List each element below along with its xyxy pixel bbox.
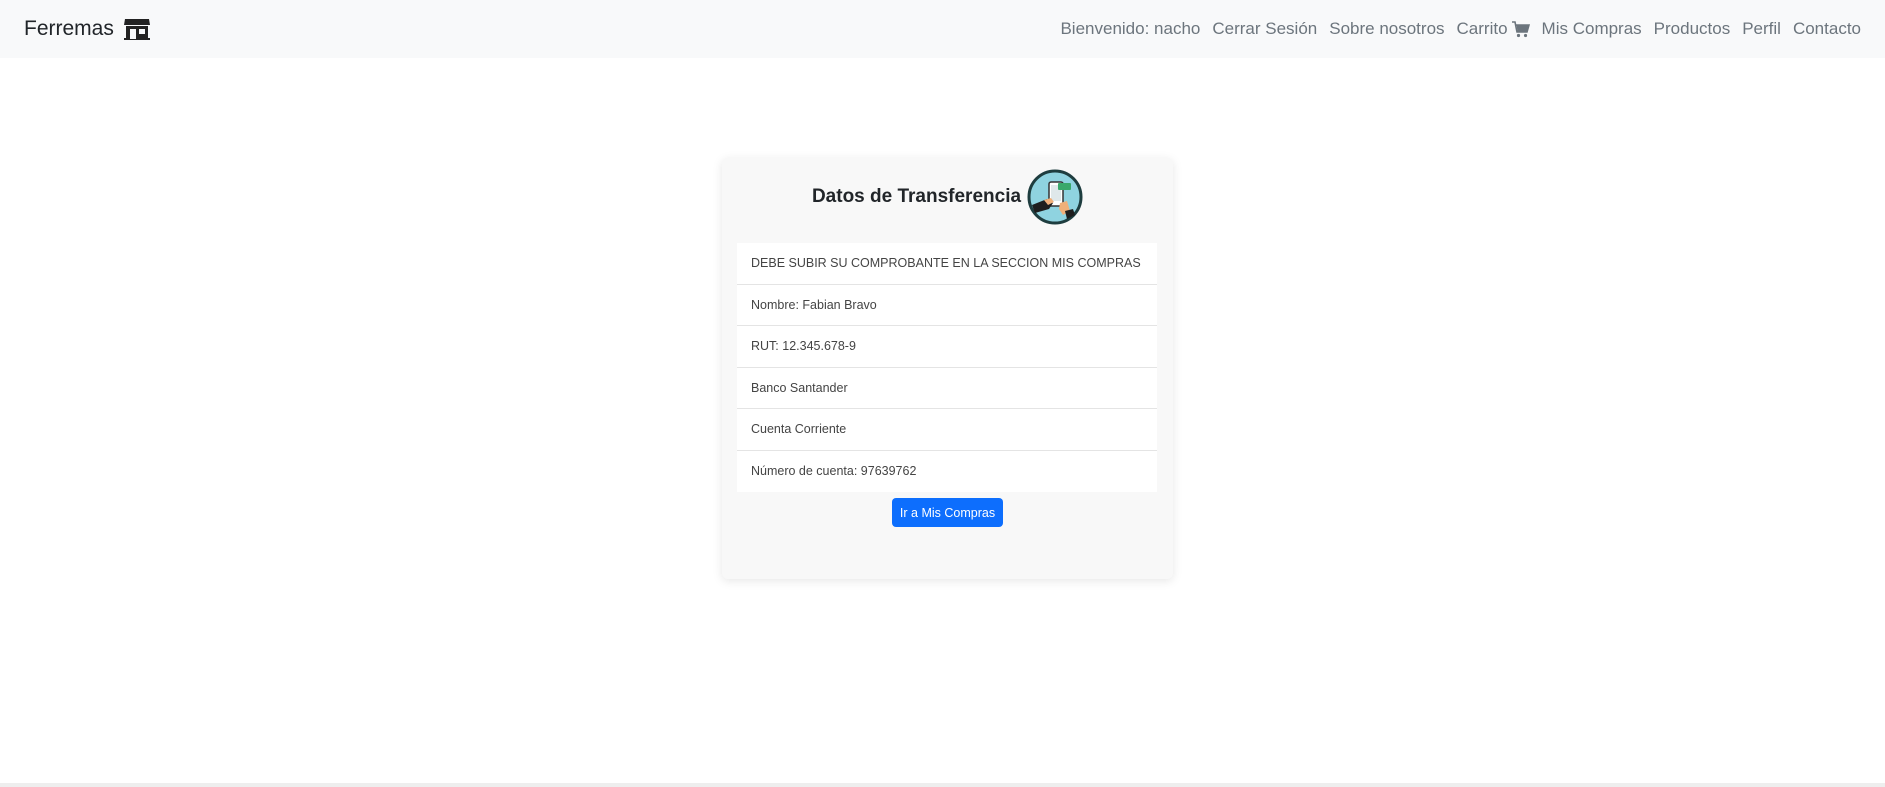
nav-products[interactable]: Productos — [1654, 19, 1731, 39]
nav-contact[interactable]: Contacto — [1793, 19, 1861, 39]
nav-cart[interactable]: Carrito — [1457, 19, 1530, 39]
transfer-card: Datos de Transferencia DEBE SUBIR SU COM… — [722, 158, 1173, 579]
brand-link[interactable]: Ferremas — [24, 17, 151, 41]
nav-my-purchases[interactable]: Mis Compras — [1542, 19, 1642, 39]
nav-products-label: Productos — [1653, 19, 1731, 38]
nav-about-label: Sobre nosotros — [1329, 19, 1445, 38]
footer-divider — [0, 783, 1885, 787]
transfer-payment-icon — [1027, 169, 1083, 225]
list-item-notice: DEBE SUBIR SU COMPROBANTE EN LA SECCION … — [737, 243, 1157, 285]
nav-contact-label: Contacto — [1792, 19, 1861, 38]
list-item-rut: RUT: 12.345.678-9 — [737, 326, 1157, 368]
nav-links: Bienvenido: nacho Cerrar Sesión Sobre no… — [1060, 19, 1861, 39]
nav-logout[interactable]: Cerrar Sesión — [1212, 19, 1317, 39]
navbar: Ferremas Bienvenido: nacho Cerrar Sesión… — [0, 0, 1885, 58]
nav-logout-label: Cerrar Sesión — [1212, 19, 1318, 38]
nav-profile-label: Perfil — [1742, 19, 1781, 38]
card-header: Datos de Transferencia — [722, 162, 1173, 232]
list-item-bank: Banco Santander — [737, 367, 1157, 409]
nav-welcome[interactable]: Bienvenido: nacho — [1060, 19, 1200, 39]
card-title: Datos de Transferencia — [811, 186, 1022, 207]
brand-name: Ferremas — [24, 17, 114, 40]
nav-about[interactable]: Sobre nosotros — [1329, 19, 1444, 39]
list-item-account-number: Número de cuenta: 97639762 — [737, 450, 1157, 492]
list-item-account-type: Cuenta Corriente — [737, 409, 1157, 451]
nav-cart-label: Carrito — [1456, 19, 1508, 38]
nav-welcome-label: Bienvenido: nacho — [1060, 19, 1201, 38]
nav-my-purchases-label: Mis Compras — [1541, 19, 1642, 38]
go-to-my-purchases-button[interactable]: Ir a Mis Compras — [892, 498, 1003, 527]
cart-icon — [1511, 20, 1530, 38]
transfer-info-list: DEBE SUBIR SU COMPROBANTE EN LA SECCION … — [737, 243, 1157, 492]
store-icon — [123, 17, 151, 41]
nav-profile[interactable]: Perfil — [1742, 19, 1781, 39]
list-item-name: Nombre: Fabian Bravo — [737, 284, 1157, 326]
